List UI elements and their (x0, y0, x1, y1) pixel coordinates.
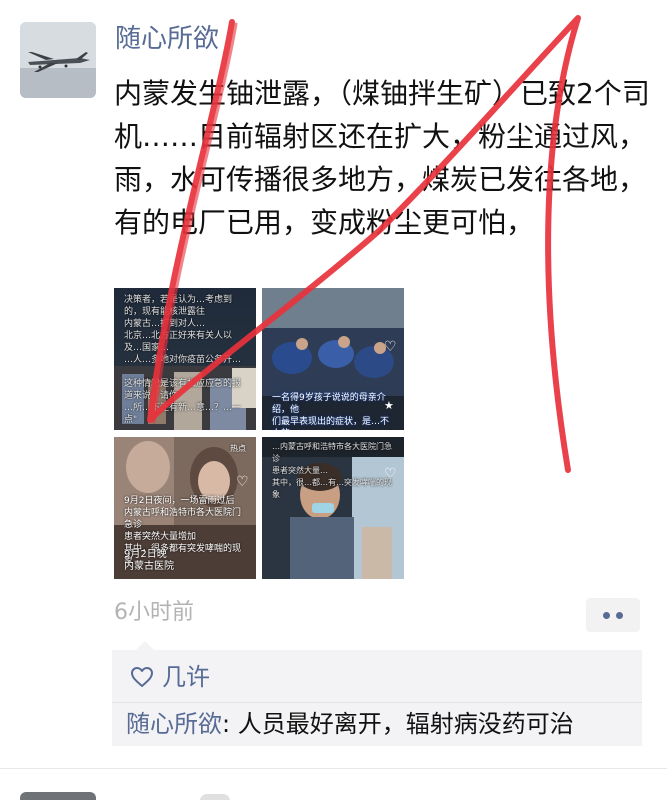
comment-separator: : (222, 710, 238, 738)
next-post-avatar[interactable] (20, 792, 96, 800)
image-3-heart-icon: ♡ (236, 474, 249, 490)
likes-row: 几许 (130, 662, 210, 692)
comment-text: 人员最好离开，辐射病没药可治 (237, 710, 574, 738)
post-author-name[interactable]: 随心所欲 (115, 26, 219, 52)
comment-item[interactable]: 随心所欲: 人员最好离开，辐射病没药可治 (126, 708, 574, 740)
post-image-2-caption: 一名得9岁孩子说说的母亲介绍，他 们最早表现出的症状，是…不上的 情况，之后都开… (272, 393, 390, 430)
panel-caret (136, 641, 154, 650)
post-image-3[interactable]: ♡ 热点 9月2日夜间，一场雷雨过后 内蒙古呼和浩特市各大医院门急诊 患者突然大… (114, 437, 256, 579)
moments-feed: 随心所欲 内蒙发生铀泄露，（煤铀拌生矿）已致2个司机……目前辐射区还在扩大，粉尘… (0, 0, 667, 800)
post-text: 内蒙发生铀泄露，（煤铀拌生矿）已致2个司机……目前辐射区还在扩大，粉尘通过风，雨… (114, 77, 650, 239)
post-image-1-caption: 决策者，若是认为…考虑到的，现有能核泄露往 内蒙古…扩到对人… 北京…北方正好来… (124, 295, 242, 425)
post-image-4[interactable]: ♡ …内蒙古呼和浩特市各大医院门急诊 患者突然大量… 其中，很…都…有…突发哮喘… (262, 437, 404, 579)
feed-divider (0, 768, 667, 769)
likes-divider (112, 702, 642, 703)
user-avatar[interactable] (20, 22, 96, 98)
more-dot-icon (616, 611, 623, 619)
drone-avatar-icon (20, 22, 96, 98)
comment-author[interactable]: 随心所欲 (126, 710, 222, 738)
post-image-1[interactable]: 决策者，若是认为…考虑到的，现有能核泄露往 内蒙古…扩到对人… 北京…北方正好来… (114, 288, 256, 430)
image-2-heart-icon: ♡ (384, 339, 397, 355)
next-post-preview (200, 794, 230, 800)
likes-comments-panel: 几许 随心所欲: 人员最好离开，辐射病没药可治 (112, 641, 642, 746)
heart-outline-icon (131, 667, 153, 687)
more-options-button[interactable] (586, 598, 640, 632)
more-dot-icon (603, 611, 610, 619)
liker-name[interactable]: 几许 (162, 665, 210, 689)
post-image-4-caption: …内蒙古呼和浩特市各大医院门急诊 患者突然大量… 其中，很…都…有…突发哮喘的现… (272, 442, 392, 499)
image-3-badge: 热点 (230, 444, 246, 453)
post-time: 6小时前 (114, 600, 194, 625)
post-image-2[interactable]: ♡ ★ 一名得9岁孩子说说的母亲介绍，他 们最早表现出的症状，是…不上的 情况，… (262, 288, 404, 430)
post-image-3-location: 9月2日晚 内蒙古医院 (124, 549, 174, 572)
